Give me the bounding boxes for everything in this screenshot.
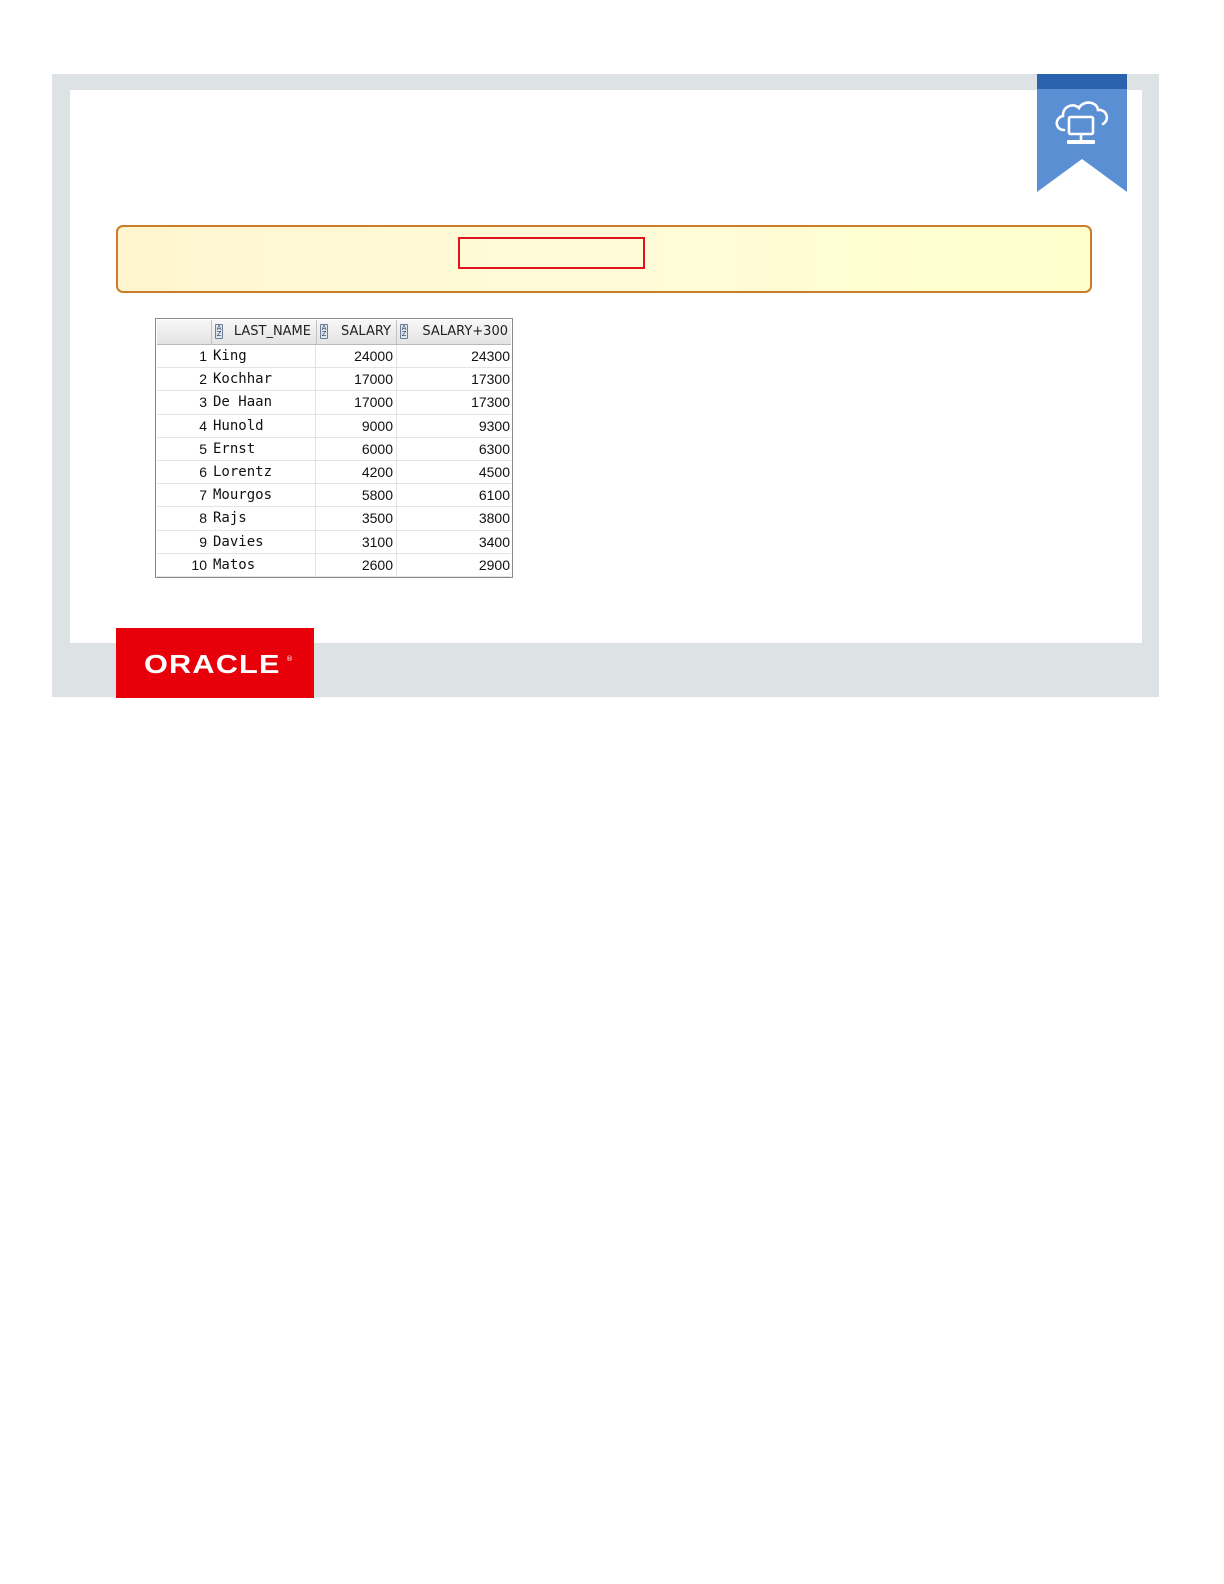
salary-cell[interactable]: 4200: [317, 460, 397, 484]
last-name-cell[interactable]: Kochhar: [212, 368, 316, 392]
row-number-cell[interactable]: 7: [157, 484, 211, 507]
sql-statement-box: [116, 225, 1092, 293]
table-row[interactable]: 6 Lorentz 4200 4500: [157, 460, 512, 485]
table-row[interactable]: 5 Ernst 6000 6300: [157, 437, 512, 461]
oracle-logo: ORACLE ®: [116, 628, 314, 698]
grid-header: AZ LAST_NAME AZ SALARY AZ SALARY+300: [157, 320, 511, 345]
table-row[interactable]: 3 De Haan 17000 17300: [157, 391, 512, 415]
last-name-cell[interactable]: Rajs: [212, 507, 316, 531]
sort-icon[interactable]: AZ: [400, 324, 408, 339]
salary-plus-300-cell[interactable]: 17300: [397, 391, 512, 414]
query-result-grid: AZ LAST_NAME AZ SALARY AZ SALARY+300 1 Ki…: [155, 318, 513, 578]
column-header-salary-plus-300[interactable]: AZ SALARY+300: [396, 320, 512, 344]
row-number-cell[interactable]: 2: [157, 368, 211, 391]
salary-plus-300-cell[interactable]: 6100: [397, 484, 512, 507]
table-row[interactable]: 1 King 24000 24300: [157, 345, 512, 369]
table-row[interactable]: 2 Kochhar 17000 17300: [157, 368, 512, 392]
row-number-cell[interactable]: 8: [157, 507, 211, 530]
salary-cell[interactable]: 3100: [317, 530, 397, 554]
last-name-cell[interactable]: Ernst: [212, 437, 316, 461]
grid-rows: 1 King 24000 24300 2 Kochhar 17000 17300 3 De Haa…: [157, 345, 511, 577]
salary-plus-300-cell[interactable]: 4500: [397, 461, 512, 484]
last-name-cell[interactable]: King: [212, 345, 316, 368]
row-number-cell[interactable]: 4: [157, 415, 211, 438]
row-number-cell[interactable]: 5: [157, 438, 211, 461]
sort-icon[interactable]: AZ: [320, 324, 328, 339]
table-row[interactable]: 7 Mourgos 5800 6100: [157, 484, 512, 508]
last-name-cell[interactable]: De Haan: [212, 391, 316, 415]
last-name-cell[interactable]: Matos: [212, 553, 316, 577]
salary-cell[interactable]: 24000: [317, 345, 397, 368]
oracle-wordmark: ORACLE: [144, 649, 281, 679]
row-number-cell[interactable]: 1: [157, 345, 211, 368]
table-row[interactable]: 4 Hunold 9000 9300: [157, 414, 512, 438]
salary-cell[interactable]: 6000: [317, 437, 397, 461]
salary-plus-300-cell[interactable]: 3800: [397, 507, 512, 530]
salary-plus-300-cell[interactable]: 24300: [397, 345, 512, 368]
sort-icon[interactable]: AZ: [215, 324, 223, 339]
row-number-header: [157, 320, 211, 344]
last-name-cell[interactable]: Mourgos: [212, 484, 316, 508]
salary-plus-300-cell[interactable]: 2900: [397, 554, 512, 577]
registered-mark: ®: [286, 655, 293, 663]
column-header-last-name[interactable]: AZ LAST_NAME: [211, 320, 316, 344]
last-name-cell[interactable]: Davies: [212, 530, 316, 554]
salary-plus-300-cell[interactable]: 6300: [397, 438, 512, 461]
salary-plus-300-cell[interactable]: 9300: [397, 415, 512, 438]
salary-plus-300-cell[interactable]: 17300: [397, 368, 512, 391]
salary-cell[interactable]: 17000: [317, 368, 397, 392]
last-name-cell[interactable]: Hunold: [212, 414, 316, 438]
salary-cell[interactable]: 2600: [317, 553, 397, 577]
table-row[interactable]: 8 Rajs 3500 3800: [157, 507, 512, 531]
row-number-cell[interactable]: 9: [157, 531, 211, 554]
salary-cell[interactable]: 5800: [317, 484, 397, 508]
row-number-cell[interactable]: 3: [157, 391, 211, 414]
salary-cell[interactable]: 17000: [317, 391, 397, 415]
table-row[interactable]: 10 Matos 2600 2900: [157, 553, 512, 577]
expression-highlight: [458, 237, 645, 269]
table-row[interactable]: 9 Davies 3100 3400: [157, 530, 512, 554]
row-number-cell[interactable]: 6: [157, 461, 211, 484]
column-header-salary[interactable]: AZ SALARY: [316, 320, 396, 344]
salary-plus-300-cell[interactable]: 3400: [397, 531, 512, 554]
practice-ribbon: [1037, 74, 1127, 192]
last-name-cell[interactable]: Lorentz: [212, 460, 316, 484]
salary-cell[interactable]: 9000: [317, 414, 397, 438]
row-number-cell[interactable]: 10: [157, 554, 211, 577]
salary-cell[interactable]: 3500: [317, 507, 397, 531]
cloud-computer-icon: [1037, 74, 1127, 192]
